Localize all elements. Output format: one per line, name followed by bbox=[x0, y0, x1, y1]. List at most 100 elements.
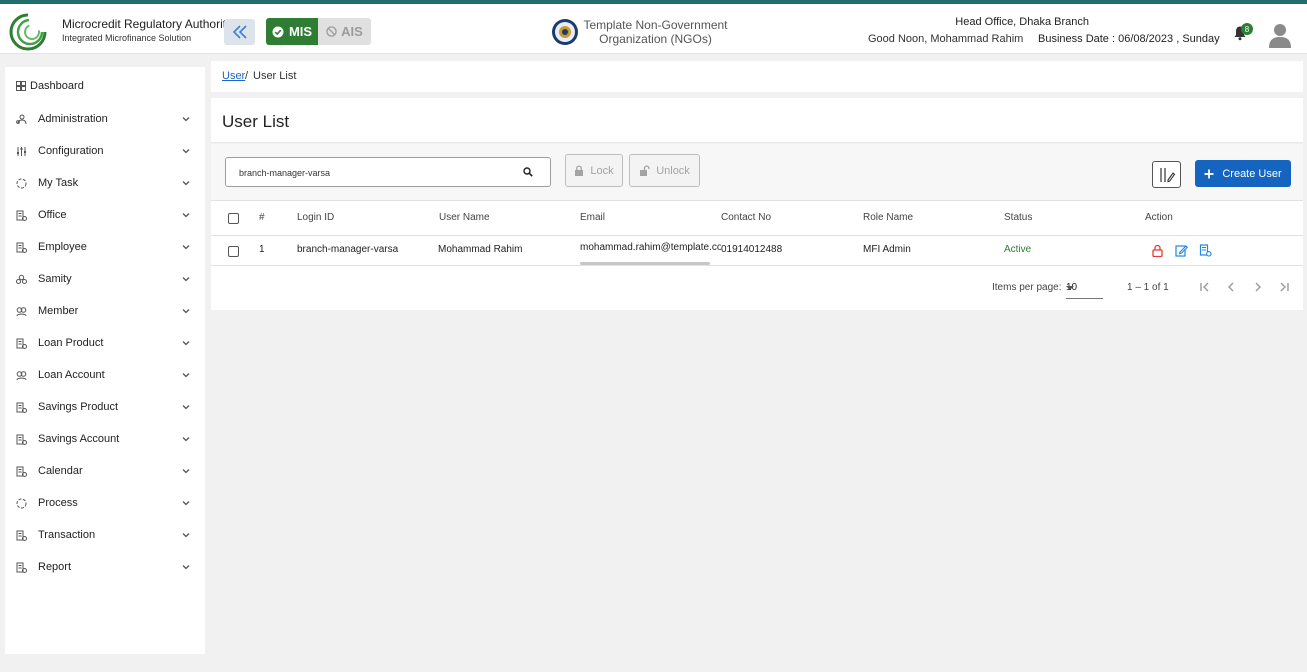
column-edit-icon bbox=[1159, 167, 1175, 182]
chevron-down-icon bbox=[182, 501, 190, 506]
sidebar-item-loan-product[interactable]: Loan Product bbox=[5, 329, 205, 357]
page-title: User List bbox=[222, 112, 290, 131]
unlock-button[interactable]: Unlock bbox=[629, 154, 700, 187]
ngo-title: Template Non-Government Organization (NG… bbox=[583, 18, 728, 46]
sidebar-item-configuration[interactable]: Configuration bbox=[5, 137, 205, 165]
last-page-icon[interactable] bbox=[1277, 280, 1291, 294]
sidebar-item-label: Loan Account bbox=[38, 369, 105, 381]
search-input[interactable] bbox=[239, 164, 509, 182]
row-user-name: Mohammad Rahim bbox=[438, 244, 523, 255]
sidebar-item-employee[interactable]: Employee bbox=[5, 233, 205, 261]
chevron-down-icon bbox=[182, 245, 190, 250]
user-avatar-icon[interactable] bbox=[1268, 22, 1292, 48]
row-email-cell: mohammad.rahim@template.com bbox=[580, 236, 721, 266]
user-list-panel: Lock Unlock Create User # Login ID User … bbox=[211, 144, 1303, 310]
lock-button[interactable]: Lock bbox=[565, 154, 623, 187]
select-all-checkbox[interactable] bbox=[228, 213, 239, 224]
branch-name: Head Office, Dhaka Branch bbox=[955, 16, 1089, 28]
sidebar-item-process[interactable]: Process bbox=[5, 489, 205, 517]
sliders-icon bbox=[15, 145, 27, 157]
header-contact-no: Contact No bbox=[721, 212, 772, 223]
sidebar-item-member[interactable]: Member bbox=[5, 297, 205, 325]
mis-button[interactable]: MIS bbox=[266, 18, 318, 45]
savings-account-icon bbox=[15, 433, 27, 445]
header-action: Action bbox=[1145, 212, 1173, 223]
breadcrumb: User / User List bbox=[211, 61, 1303, 92]
header-login-id: Login ID bbox=[297, 212, 335, 223]
savings-product-icon bbox=[15, 401, 27, 413]
search-icon[interactable] bbox=[523, 167, 533, 177]
chevron-down-icon bbox=[182, 309, 190, 314]
paginator: Items per page: 10 1 – 1 of 1 bbox=[211, 266, 1303, 310]
chevron-down-icon bbox=[182, 373, 190, 378]
sidebar-item-label: Office bbox=[38, 209, 67, 221]
header-index: # bbox=[259, 212, 265, 223]
next-page-icon[interactable] bbox=[1251, 280, 1265, 294]
chevron-down-icon bbox=[182, 213, 190, 218]
chevron-down-icon bbox=[182, 469, 190, 474]
lock-user-icon[interactable] bbox=[1151, 244, 1164, 257]
loan-account-icon bbox=[15, 369, 27, 381]
sidebar-item-report[interactable]: Report bbox=[5, 553, 205, 581]
table-row: 1 branch-manager-varsa Mohammad Rahim mo… bbox=[211, 236, 1303, 266]
sidebar-item-savings-account[interactable]: Savings Account bbox=[5, 425, 205, 453]
plus-icon bbox=[1204, 169, 1214, 178]
email-cell-scrollbar[interactable] bbox=[580, 262, 710, 265]
row-checkbox[interactable] bbox=[228, 246, 239, 257]
sidebar-item-calendar[interactable]: Calendar bbox=[5, 457, 205, 485]
sidebar-item-savings-product[interactable]: Savings Product bbox=[5, 393, 205, 421]
ais-label: AIS bbox=[341, 24, 363, 39]
org-name: Microcredit Regulatory Authority bbox=[62, 17, 233, 31]
column-settings-button[interactable] bbox=[1152, 161, 1181, 188]
chevron-down-icon bbox=[182, 341, 190, 346]
sidebar-item-label: Employee bbox=[38, 241, 87, 253]
row-role-name: MFI Admin bbox=[863, 244, 911, 255]
sidebar-item-label: Dashboard bbox=[30, 80, 84, 92]
notification-badge: 8 bbox=[1241, 23, 1253, 35]
row-login-id: branch-manager-varsa bbox=[297, 244, 399, 255]
sidebar-item-label: Calendar bbox=[38, 465, 83, 477]
unlock-label: Unlock bbox=[656, 164, 690, 177]
row-email: mohammad.rahim@template.com bbox=[580, 242, 721, 253]
sidebar-item-transaction[interactable]: Transaction bbox=[5, 521, 205, 549]
status-badge: Active bbox=[1004, 244, 1032, 255]
dashboard-icon bbox=[15, 80, 27, 92]
sidebar-item-label: My Task bbox=[38, 177, 79, 189]
samity-icon bbox=[15, 273, 27, 285]
app-header: Microcredit Regulatory Authority Integra… bbox=[0, 4, 1307, 54]
sidebar-item-label: Administration bbox=[38, 113, 108, 125]
create-user-button[interactable]: Create User bbox=[1195, 160, 1291, 187]
edit-icon[interactable] bbox=[1175, 244, 1188, 257]
first-page-icon[interactable] bbox=[1198, 280, 1212, 294]
sidebar-item-label: Savings Account bbox=[38, 433, 120, 445]
sidebar: Dashboard Administration Configuration M… bbox=[5, 67, 205, 654]
lock-label: Lock bbox=[590, 164, 614, 177]
page-title-bar: User List bbox=[211, 98, 1303, 143]
double-chevron-left-icon bbox=[232, 25, 247, 39]
sidebar-item-loan-account[interactable]: Loan Account bbox=[5, 361, 205, 389]
sidebar-item-label: Process bbox=[38, 497, 78, 509]
items-per-page-select[interactable]: 10 bbox=[1066, 279, 1103, 299]
breadcrumb-current: User List bbox=[253, 70, 297, 82]
sidebar-item-administration[interactable]: Administration bbox=[5, 105, 205, 133]
lock-icon bbox=[575, 165, 584, 176]
sidebar-item-samity[interactable]: Samity bbox=[5, 265, 205, 293]
sidebar-item-label: Transaction bbox=[38, 529, 96, 541]
view-details-icon[interactable] bbox=[1199, 244, 1212, 257]
office-icon bbox=[15, 209, 27, 221]
loan-product-icon bbox=[15, 337, 27, 349]
sidebar-item-office[interactable]: Office bbox=[5, 201, 205, 229]
users-icon bbox=[15, 113, 27, 125]
page-range-label: 1 – 1 of 1 bbox=[1127, 282, 1169, 293]
chevron-down-icon bbox=[182, 437, 190, 442]
previous-page-icon[interactable] bbox=[1224, 280, 1238, 294]
ais-button[interactable]: AIS bbox=[318, 18, 371, 45]
breadcrumb-link-user[interactable]: User bbox=[222, 70, 245, 82]
dropdown-arrow-icon bbox=[1066, 286, 1074, 290]
breadcrumb-separator: / bbox=[245, 70, 249, 82]
sidebar-item-my-task[interactable]: My Task bbox=[5, 169, 205, 197]
sidebar-item-dashboard[interactable]: Dashboard bbox=[5, 72, 205, 100]
member-icon bbox=[15, 305, 27, 317]
sidebar-collapse-button[interactable] bbox=[224, 19, 255, 45]
ngo-title-line1: Template Non-Government bbox=[583, 18, 728, 32]
